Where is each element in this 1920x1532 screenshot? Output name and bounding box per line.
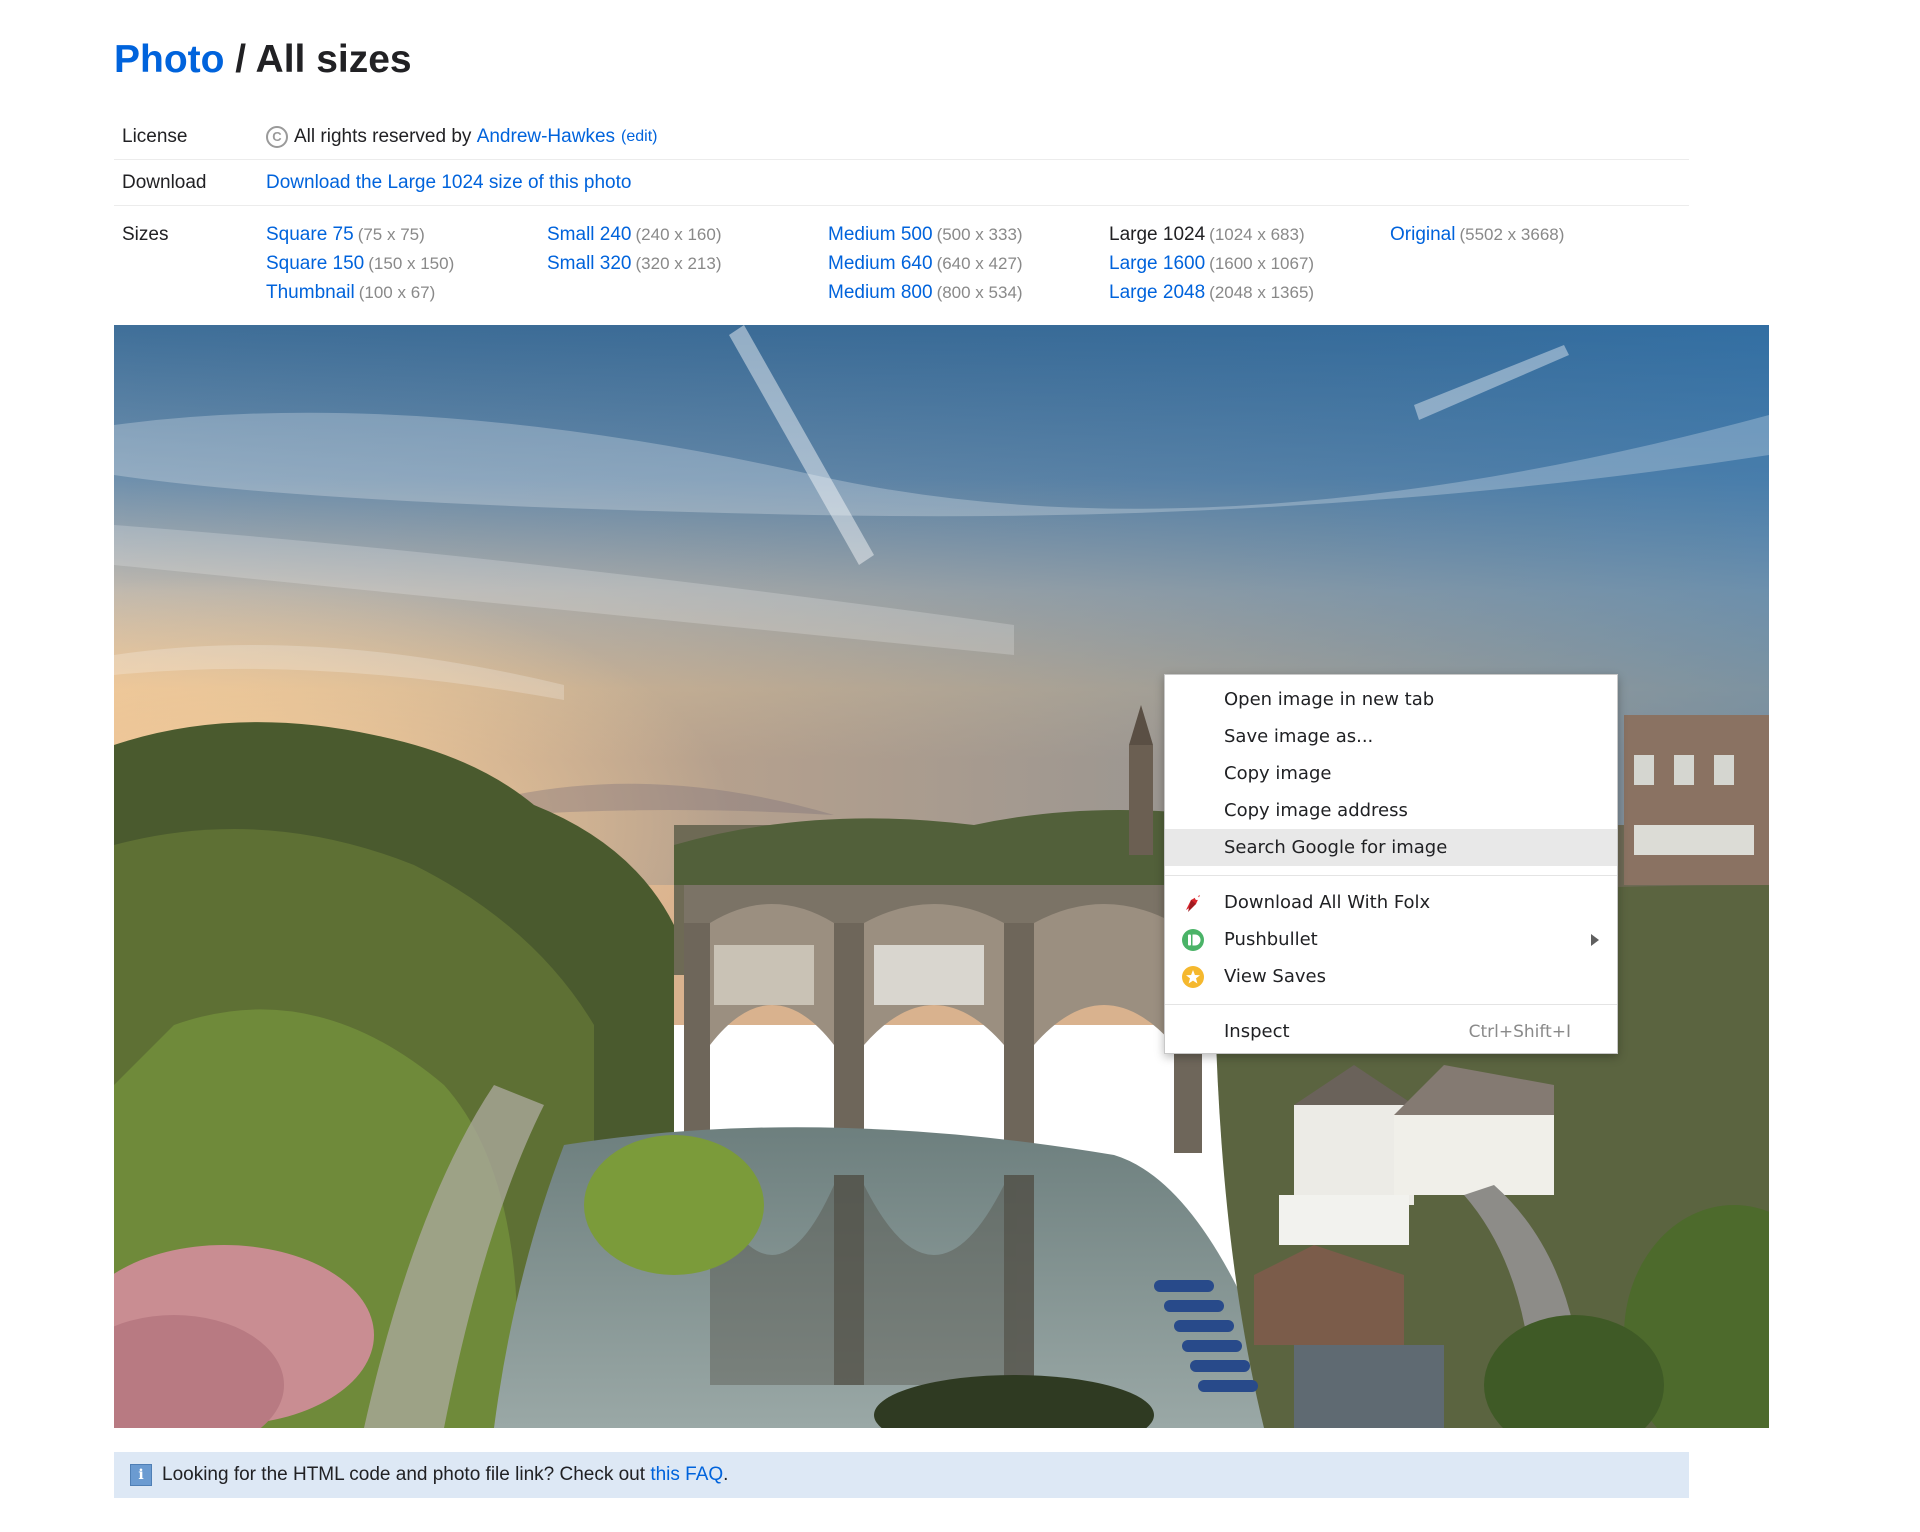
folx-icon	[1181, 891, 1205, 915]
menu-copy-image[interactable]: Copy image	[1165, 755, 1617, 792]
size-option: Square 75 (75 x 75)	[266, 220, 547, 249]
pushbullet-icon	[1181, 928, 1205, 952]
inspect-shortcut: Ctrl+Shift+I	[1468, 1021, 1571, 1042]
menu-search-google-for-image[interactable]: Search Google for image	[1165, 829, 1617, 866]
menu-item-label: Open image in new tab	[1224, 689, 1435, 710]
size-dimensions: (320 x 213)	[635, 254, 722, 273]
copyright-icon: C	[266, 125, 288, 148]
size-dimensions: (500 x 333)	[936, 225, 1023, 244]
license-label: License	[122, 125, 188, 147]
sizes-label: Sizes	[122, 224, 169, 245]
size-link[interactable]: Small 320	[547, 253, 632, 274]
menu-item-label: Copy image address	[1224, 800, 1408, 821]
download-label: Download	[122, 171, 207, 193]
size-link[interactable]: Square 75	[266, 224, 354, 245]
download-row: Download Download the Large 1024 size of…	[114, 160, 1689, 206]
sizes-column: Medium 500 (500 x 333) Medium 640 (640 x 42…	[828, 220, 1109, 307]
download-large-link[interactable]: Download the Large 1024 size of this pho…	[266, 172, 631, 194]
sizes-grid: Square 75 (75 x 75) Square 150 (150 x 150) T…	[266, 220, 1671, 307]
faq-end: .	[723, 1464, 729, 1485]
menu-item-label: Download All With Folx	[1224, 892, 1431, 913]
license-value: C All rights reserved by Andrew-Hawkes (…	[266, 125, 1689, 148]
menu-item-label: View Saves	[1224, 966, 1326, 987]
size-current-label: Large 1024	[1109, 224, 1206, 245]
size-dimensions: (1024 x 683)	[1209, 225, 1305, 244]
size-option: Thumbnail (100 x 67)	[266, 278, 547, 307]
menu-download-all-with-folx[interactable]: Download All With Folx	[1165, 884, 1617, 921]
title-text: All sizes	[255, 38, 412, 81]
faq-link[interactable]: this FAQ	[650, 1464, 723, 1486]
photo-info-table: License C All rights reserved by Andrew-…	[114, 114, 1689, 307]
license-text: All rights reserved by	[294, 125, 472, 147]
size-link[interactable]: Small 240	[547, 224, 632, 245]
menu-separator	[1165, 875, 1617, 876]
size-option: Large 1024 (1024 x 683)	[1109, 220, 1390, 249]
size-option: Large 1600 (1600 x 1067)	[1109, 249, 1390, 278]
size-dimensions: (5502 x 3668)	[1459, 225, 1565, 244]
menu-separator	[1165, 1004, 1617, 1005]
size-link[interactable]: Large 1600	[1109, 253, 1205, 274]
menu-item-label: Save image as...	[1224, 726, 1374, 747]
photo-link[interactable]: Photo	[114, 38, 224, 81]
menu-item-label: Pushbullet	[1224, 929, 1318, 950]
edit-license-link[interactable]: (edit)	[621, 128, 657, 146]
sizes-row: Sizes Square 75 (75 x 75) Square 150 (150 x…	[114, 206, 1689, 307]
size-option: Large 2048 (2048 x 1365)	[1109, 278, 1390, 307]
context-menu: Open image in new tab Save image as... C…	[1164, 674, 1618, 1054]
size-link[interactable]: Medium 500	[828, 224, 933, 245]
menu-copy-image-address[interactable]: Copy image address	[1165, 792, 1617, 829]
owner-link[interactable]: Andrew-Hawkes	[477, 126, 615, 148]
size-link[interactable]: Medium 800	[828, 282, 933, 303]
size-dimensions: (75 x 75)	[357, 225, 425, 244]
sizes-column: Square 75 (75 x 75) Square 150 (150 x 150) T…	[266, 220, 547, 307]
size-dimensions: (100 x 67)	[358, 283, 436, 302]
menu-item-label: Copy image	[1224, 763, 1332, 784]
size-dimensions: (800 x 534)	[936, 283, 1023, 302]
info-icon: i	[130, 1464, 152, 1486]
menu-pushbullet[interactable]: Pushbullet	[1165, 921, 1617, 958]
size-link[interactable]: Thumbnail	[266, 282, 355, 303]
size-option: Medium 500 (500 x 333)	[828, 220, 1109, 249]
size-dimensions: (2048 x 1365)	[1209, 283, 1315, 302]
size-option: Small 320 (320 x 213)	[547, 249, 828, 278]
size-option: Medium 800 (800 x 534)	[828, 278, 1109, 307]
size-dimensions: (150 x 150)	[368, 254, 455, 273]
size-link[interactable]: Original	[1390, 224, 1455, 245]
size-option: Original (5502 x 3668)	[1390, 220, 1671, 249]
size-option: Medium 640 (640 x 427)	[828, 249, 1109, 278]
view-saves-icon	[1181, 965, 1205, 989]
menu-item-label: Inspect	[1224, 1021, 1290, 1042]
faq-notice: i Looking for the HTML code and photo fi…	[114, 1452, 1689, 1498]
download-value: Download the Large 1024 size of this pho…	[266, 172, 1689, 194]
license-row: License C All rights reserved by Andrew-…	[114, 114, 1689, 160]
size-dimensions: (640 x 427)	[936, 254, 1023, 273]
sizes-column: Large 1024 (1024 x 683) Large 1600 (1600 x …	[1109, 220, 1390, 307]
size-option: Small 240 (240 x 160)	[547, 220, 828, 249]
submenu-arrow-icon	[1591, 934, 1599, 946]
faq-text: Looking for the HTML code and photo file…	[162, 1464, 646, 1485]
sizes-column: Original (5502 x 3668)	[1390, 220, 1671, 307]
sizes-column: Small 240 (240 x 160) Small 320 (320 x 213)	[547, 220, 828, 307]
menu-view-saves[interactable]: View Saves	[1165, 958, 1617, 995]
page-title: Photo / All sizes	[114, 36, 412, 84]
menu-item-label: Search Google for image	[1224, 837, 1448, 858]
menu-save-image-as[interactable]: Save image as...	[1165, 718, 1617, 755]
menu-open-image-new-tab[interactable]: Open image in new tab	[1165, 681, 1617, 718]
menu-inspect[interactable]: Inspect Ctrl+Shift+I	[1165, 1013, 1617, 1050]
size-link[interactable]: Medium 640	[828, 253, 933, 274]
size-link[interactable]: Square 150	[266, 253, 364, 274]
size-dimensions: (240 x 160)	[635, 225, 722, 244]
size-option: Square 150 (150 x 150)	[266, 249, 547, 278]
title-separator: /	[224, 38, 256, 81]
size-link[interactable]: Large 2048	[1109, 282, 1205, 303]
size-dimensions: (1600 x 1067)	[1209, 254, 1315, 273]
